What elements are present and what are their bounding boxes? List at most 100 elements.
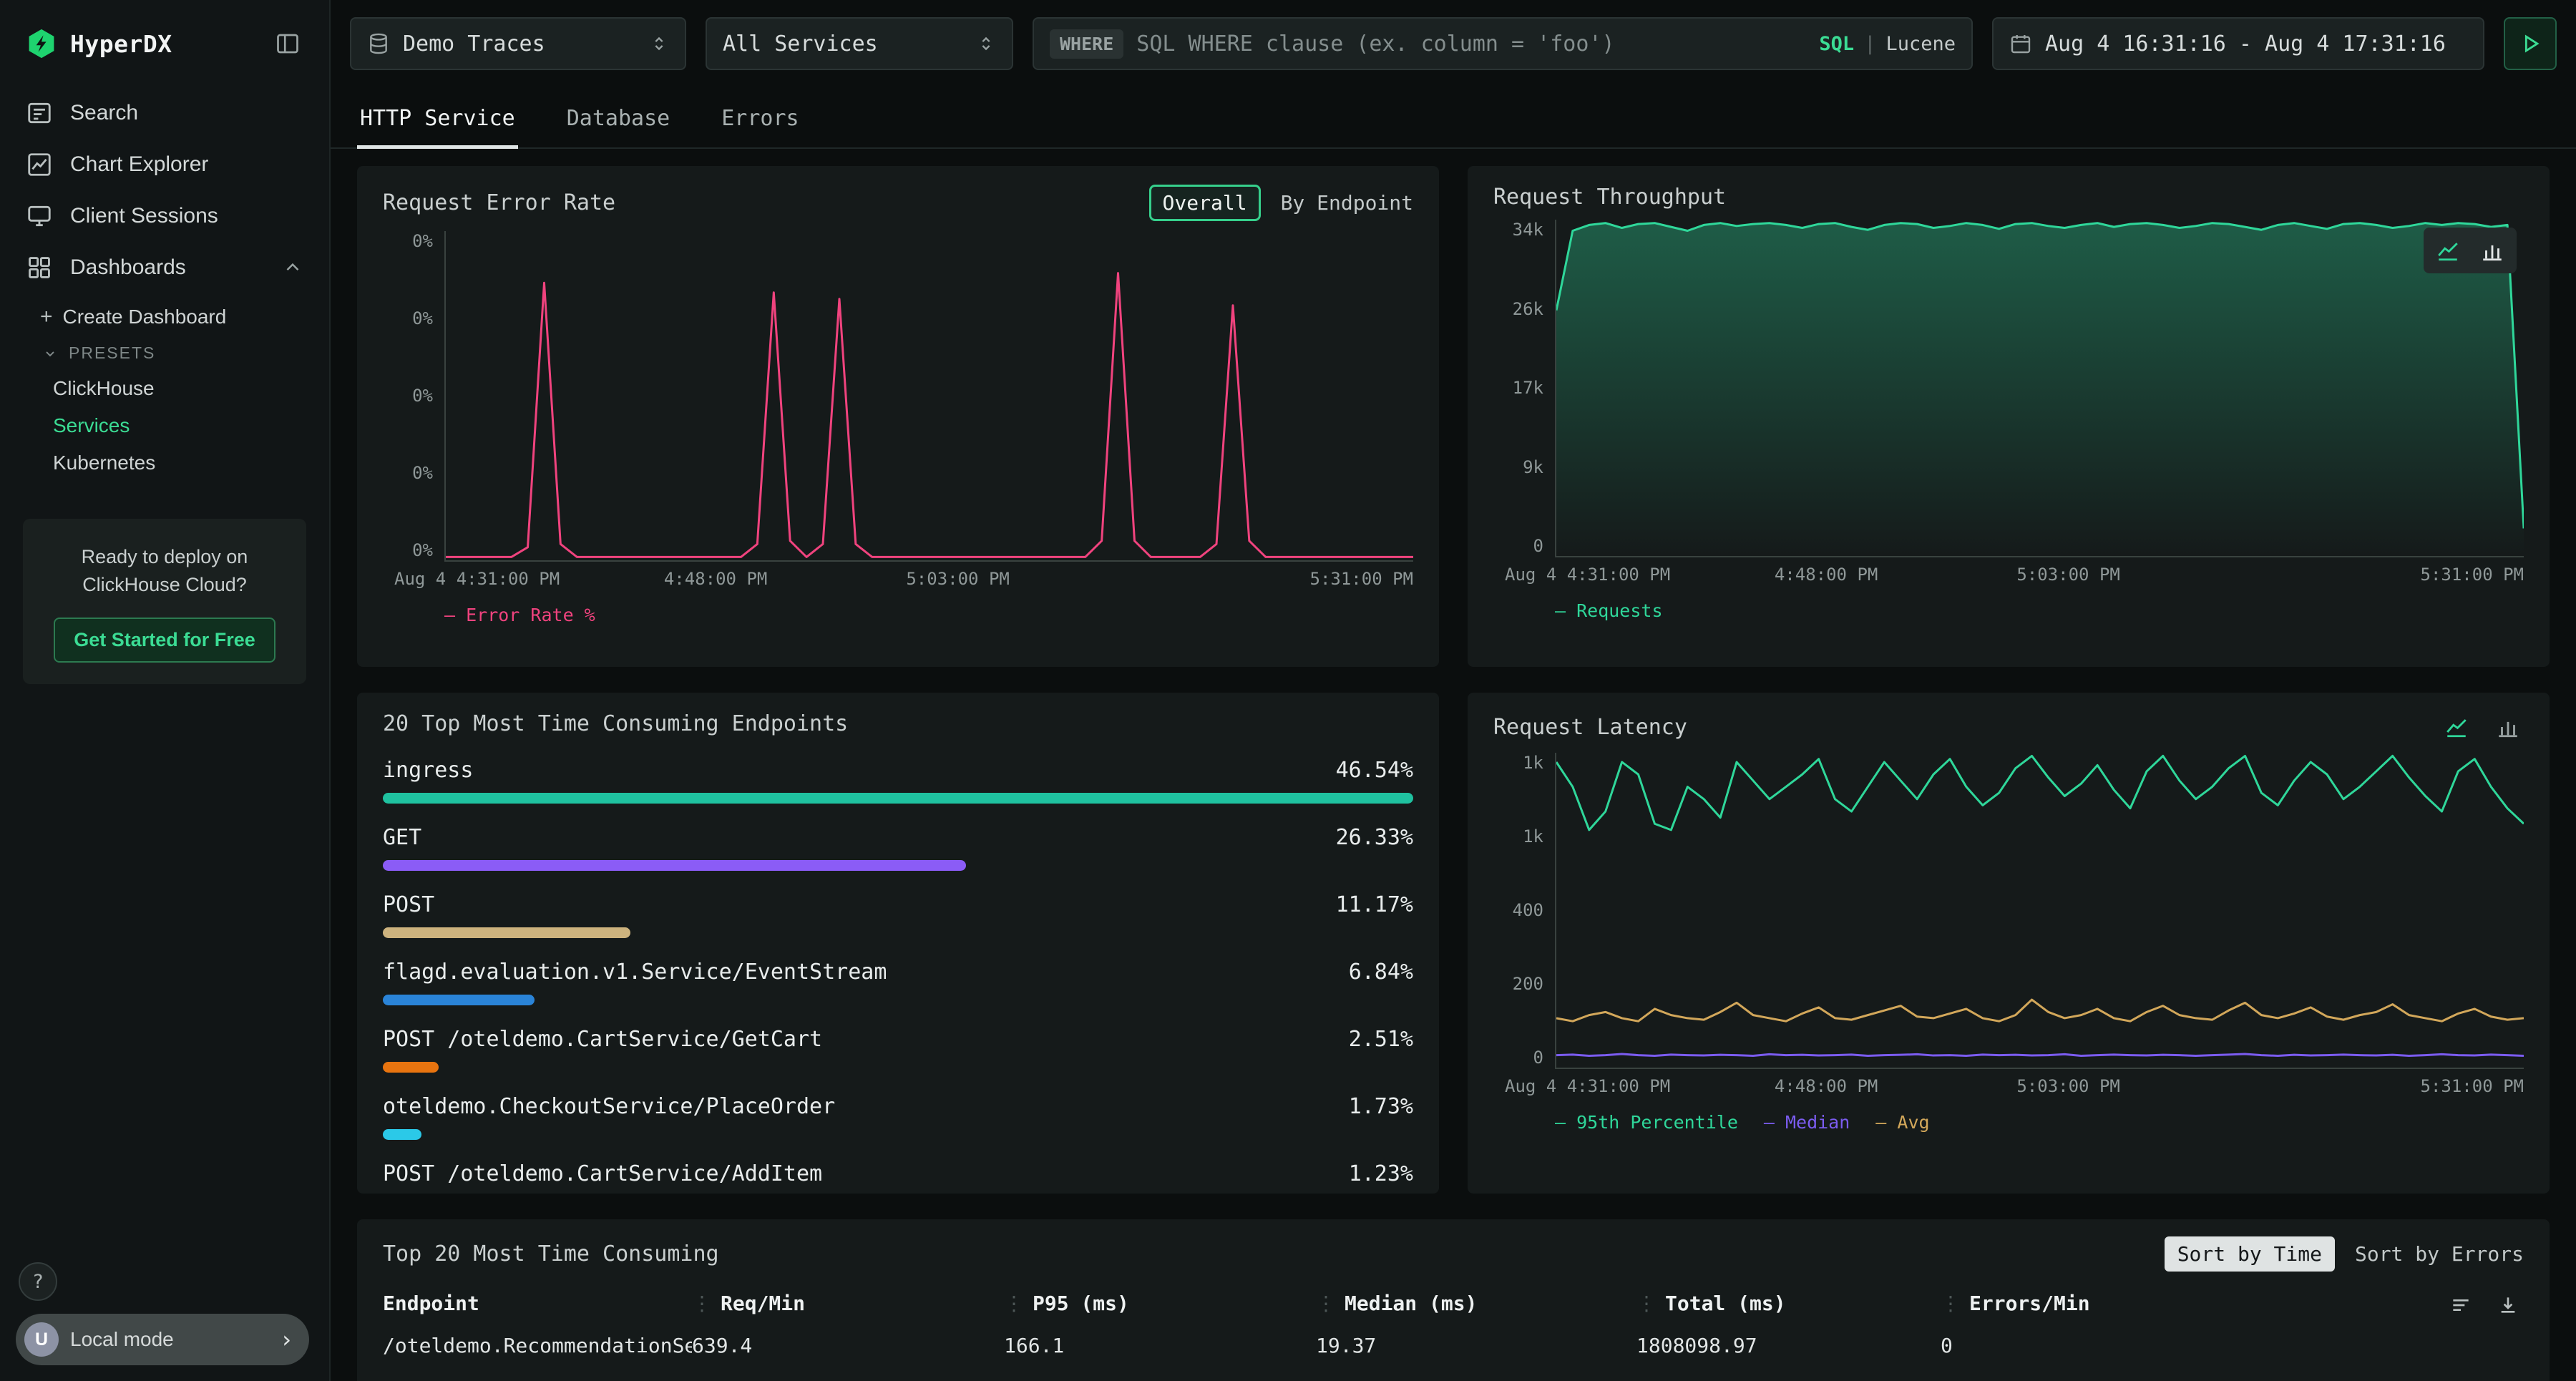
help-button[interactable]: ? bbox=[19, 1262, 57, 1301]
table-header-cell[interactable]: ⋮Median (ms) bbox=[1316, 1292, 1636, 1315]
table-row[interactable]: /oteldemo.RecommendationServ639.4166.119… bbox=[383, 1334, 2524, 1357]
chevron-up-icon bbox=[282, 257, 303, 278]
table-header-cell[interactable]: ⋮Errors/Min bbox=[1941, 1292, 2524, 1315]
dashboards-subnav: + Create Dashboard PRESETS ClickHouse Se… bbox=[0, 293, 329, 482]
latency-chart[interactable]: 1k1k4002000Aug 4 4:31:00 PM4:48:00 PM5:0… bbox=[1493, 753, 2524, 1133]
query-language-toggle: SQL | Lucene bbox=[1819, 33, 1956, 55]
endpoint-row[interactable]: POST /oteldemo.CartService/AddItem1.23% bbox=[383, 1161, 1413, 1194]
table-header-cell[interactable]: Endpoint bbox=[383, 1292, 692, 1315]
card-title: Request Throughput bbox=[1493, 185, 1726, 210]
by-endpoint-toggle-button[interactable]: By Endpoint bbox=[1281, 191, 1413, 215]
sidebar-item-chart-explorer[interactable]: Chart Explorer bbox=[0, 139, 329, 190]
table-header-cell[interactable]: ⋮Req/Min bbox=[692, 1292, 1004, 1315]
bar-chart-icon[interactable] bbox=[2492, 711, 2524, 743]
tab-database[interactable]: Database bbox=[564, 87, 673, 149]
endpoint-row-head: oteldemo.CheckoutService/PlaceOrder1.73% bbox=[383, 1094, 1413, 1119]
sidebar-item-label: Client Sessions bbox=[70, 204, 218, 228]
endpoint-label: ingress bbox=[383, 758, 473, 783]
x-tick-label: 5:03:00 PM bbox=[906, 569, 1010, 589]
column-resize-handle[interactable]: ⋮ bbox=[1004, 1292, 1024, 1315]
hyperdx-logo-icon bbox=[26, 28, 57, 59]
sort-by-time-button[interactable]: Sort by Time bbox=[2165, 1236, 2335, 1272]
overall-toggle-button[interactable]: Overall bbox=[1149, 185, 1261, 221]
create-dashboard-button[interactable]: + Create Dashboard bbox=[0, 298, 329, 336]
endpoint-percent: 11.17% bbox=[1336, 892, 1413, 917]
endpoint-row[interactable]: GET26.33% bbox=[383, 825, 1413, 871]
endpoint-row[interactable]: POST11.17% bbox=[383, 892, 1413, 938]
endpoint-row[interactable]: oteldemo.CheckoutService/PlaceOrder1.73% bbox=[383, 1094, 1413, 1140]
table-body: /oteldemo.RecommendationServ639.4166.119… bbox=[383, 1334, 2524, 1357]
endpoint-bar bbox=[383, 1129, 421, 1140]
tab-errors[interactable]: Errors bbox=[718, 87, 801, 149]
where-input[interactable]: WHERE SQL WHERE clause (ex. column = 'fo… bbox=[1033, 17, 1973, 70]
service-select[interactable]: All Services bbox=[706, 17, 1013, 70]
sidebar-item-clickhouse[interactable]: ClickHouse bbox=[0, 370, 329, 407]
collapse-sidebar-icon[interactable] bbox=[272, 28, 303, 59]
dashboard-tabs: HTTP Service Database Errors bbox=[331, 87, 2576, 149]
sidebar-item-kubernetes[interactable]: Kubernetes bbox=[0, 444, 329, 482]
x-tick-label: 5:03:00 PM bbox=[2016, 565, 2120, 585]
table-header-label: P95 (ms) bbox=[1033, 1292, 1129, 1315]
throughput-chart[interactable]: 34k26k17k9k0 Aug 4 4:31:00 PM 4:48:00 PM 5:… bbox=[1493, 220, 2524, 621]
caret-updown-icon bbox=[976, 34, 996, 54]
sort-by-errors-button[interactable]: Sort by Errors bbox=[2355, 1242, 2524, 1266]
y-tick-label: 26k bbox=[1513, 299, 1543, 319]
dashboards-grid-icon bbox=[26, 254, 53, 281]
monitor-icon bbox=[26, 202, 53, 230]
x-tick-label: Aug 4 4:31:00 PM bbox=[1505, 565, 1670, 585]
where-badge: WHERE bbox=[1050, 29, 1123, 59]
table-header-cell[interactable]: ⋮ Total (ms) bbox=[1636, 1292, 1941, 1315]
error_rate-plot[interactable] bbox=[444, 231, 1413, 562]
table-header-cell[interactable]: ⋮ P95 (ms) bbox=[1004, 1292, 1316, 1315]
error-rate-chart[interactable]: 0%0%0%0%0%Aug 4 4:31:00 PM4:48:00 PM5:03… bbox=[383, 231, 1413, 625]
card-title: Top 20 Most Time Consuming bbox=[383, 1241, 719, 1267]
sidebar-item-services[interactable]: Services bbox=[0, 407, 329, 444]
date-range-picker[interactable]: Aug 4 16:31:16 - Aug 4 17:31:16 bbox=[1992, 17, 2484, 70]
endpoint-percent: 1.73% bbox=[1349, 1094, 1413, 1119]
column-settings-icon[interactable] bbox=[2445, 1289, 2477, 1321]
logo-row: HyperDX bbox=[0, 0, 329, 87]
lucene-mode-button[interactable]: Lucene bbox=[1885, 33, 1956, 55]
endpoint-row[interactable]: ingress46.54% bbox=[383, 758, 1413, 804]
date-range-value: Aug 4 16:31:16 - Aug 4 17:31:16 bbox=[2045, 31, 2446, 57]
avatar: U bbox=[24, 1322, 59, 1357]
table-cell: 639.4 bbox=[692, 1334, 1004, 1357]
lang-divider: | bbox=[1864, 33, 1875, 55]
endpoint-row-head: POST /oteldemo.CartService/GetCart2.51% bbox=[383, 1027, 1413, 1052]
run-query-button[interactable] bbox=[2504, 17, 2557, 70]
download-icon[interactable] bbox=[2492, 1289, 2524, 1321]
y-axis: 34k26k17k9k0 bbox=[1493, 220, 1555, 556]
presets-group-toggle[interactable]: PRESETS bbox=[0, 336, 329, 370]
sql-mode-button[interactable]: SQL bbox=[1819, 33, 1854, 55]
column-resize-handle[interactable]: ⋮ bbox=[1636, 1292, 1657, 1315]
bar-chart-icon[interactable] bbox=[2477, 235, 2508, 266]
sidebar-item-search[interactable]: Search bbox=[0, 87, 329, 139]
tab-http-service[interactable]: HTTP Service bbox=[357, 87, 518, 149]
column-resize-handle[interactable]: ⋮ bbox=[692, 1292, 712, 1315]
x-tick-label: 4:48:00 PM bbox=[1775, 565, 1878, 585]
line-chart-icon[interactable] bbox=[2432, 235, 2464, 266]
legend-item: — 95th Percentile bbox=[1555, 1112, 1738, 1133]
request-throughput-card: Request Throughput 34k26k17k9k0 Aug 4 4:3… bbox=[1468, 166, 2550, 667]
column-resize-handle[interactable]: ⋮ bbox=[1316, 1292, 1336, 1315]
endpoint-label: flagd.evaluation.v1.Service/EventStream bbox=[383, 960, 887, 985]
table-header-label: Total (ms) bbox=[1665, 1292, 1786, 1315]
legend-item: — Requests bbox=[1555, 600, 1663, 621]
throughput-plot[interactable] bbox=[1555, 220, 2524, 557]
chart-type-toolbar bbox=[2424, 228, 2517, 273]
endpoint-row[interactable]: POST /oteldemo.CartService/GetCart2.51% bbox=[383, 1027, 1413, 1073]
y-tick-label: 0 bbox=[1533, 536, 1543, 556]
endpoint-percent: 6.84% bbox=[1349, 960, 1413, 985]
latency-plot[interactable] bbox=[1555, 753, 2524, 1069]
source-select[interactable]: Demo Traces bbox=[350, 17, 686, 70]
endpoint-row[interactable]: flagd.evaluation.v1.Service/EventStream 6… bbox=[383, 960, 1413, 1005]
y-tick-label: 0% bbox=[412, 308, 433, 328]
sidebar-item-dashboards[interactable]: Dashboards bbox=[0, 242, 329, 293]
main-area: Demo Traces All Services WHERE SQL WHERE… bbox=[331, 0, 2576, 1381]
line-chart-icon[interactable] bbox=[2441, 711, 2472, 743]
get-started-button[interactable]: Get Started for Free bbox=[54, 618, 275, 663]
sidebar-item-client-sessions[interactable]: Client Sessions bbox=[0, 190, 329, 242]
column-resize-handle[interactable]: ⋮ bbox=[1941, 1292, 1961, 1315]
y-tick-label: 0% bbox=[412, 231, 433, 251]
user-menu[interactable]: U Local mode › bbox=[16, 1314, 309, 1365]
